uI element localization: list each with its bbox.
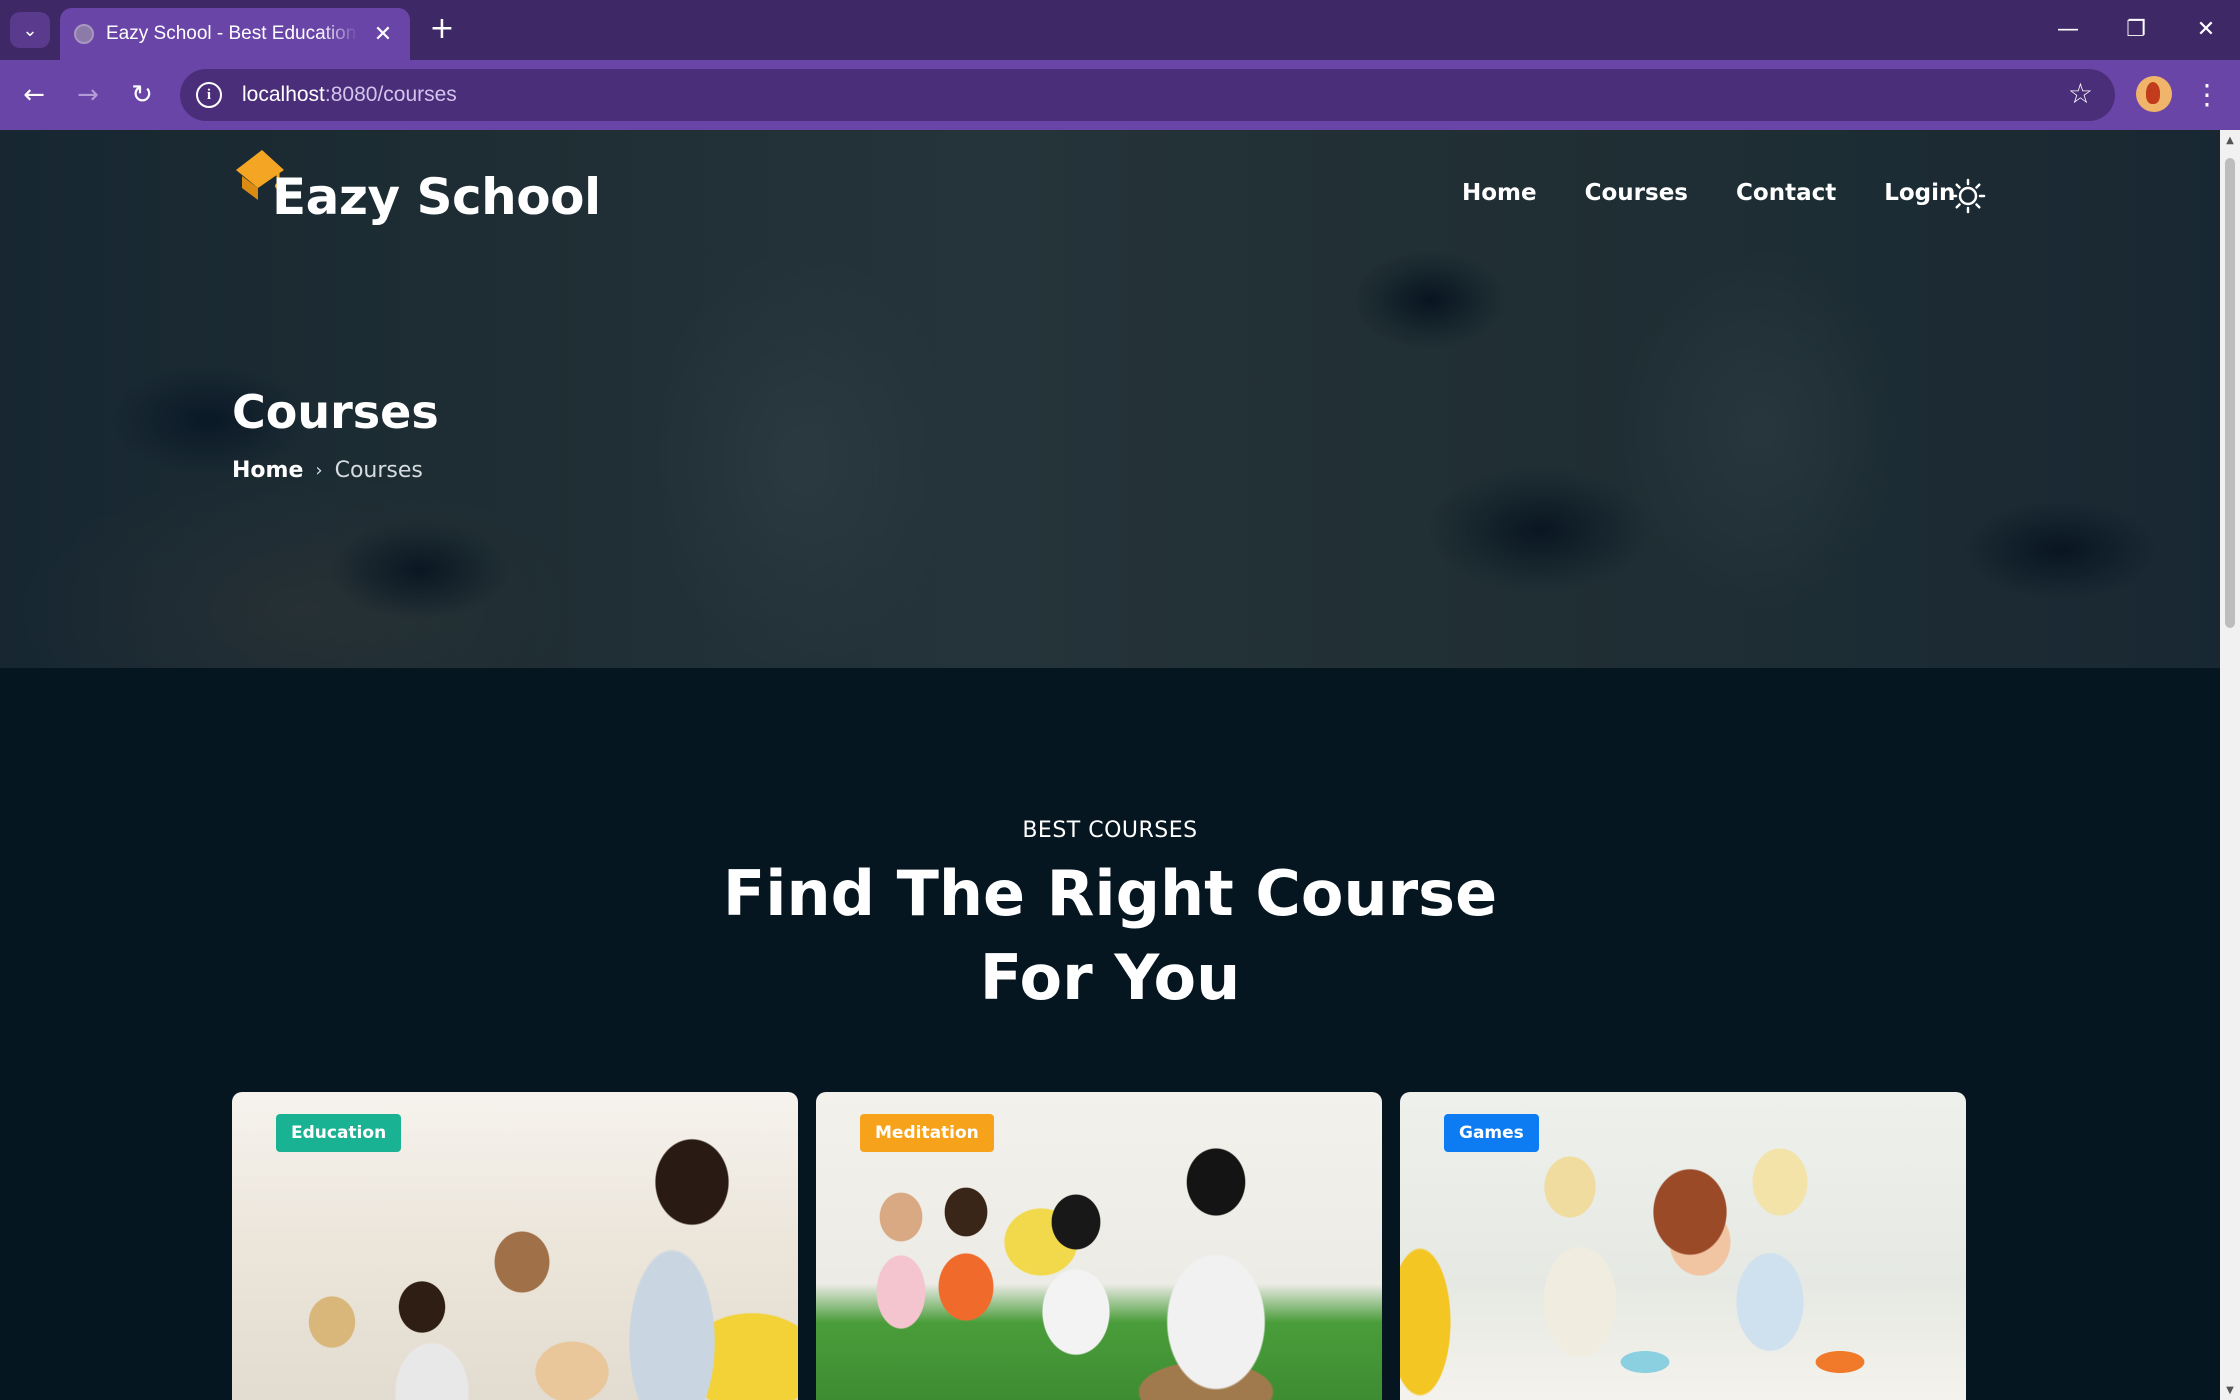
tab-list-button[interactable]: ⌄ bbox=[10, 12, 50, 48]
scroll-up-arrow-icon[interactable]: ▲ bbox=[2224, 136, 2236, 146]
restore-button[interactable]: ❐ bbox=[2116, 10, 2156, 50]
course-card-education[interactable]: Education bbox=[232, 1092, 798, 1400]
chevron-down-icon: ⌄ bbox=[22, 19, 38, 41]
breadcrumb: Home › Courses bbox=[232, 458, 423, 483]
reload-button[interactable]: ↻ bbox=[122, 76, 162, 116]
forward-button[interactable]: → bbox=[68, 76, 108, 116]
bookmark-star-icon[interactable]: ☆ bbox=[2068, 77, 2093, 110]
tab-title: Eazy School - Best Educational Institute bbox=[106, 23, 358, 44]
sun-icon[interactable] bbox=[1950, 178, 1986, 214]
breadcrumb-current: Courses bbox=[334, 458, 423, 483]
favicon-icon bbox=[74, 24, 94, 44]
url-text: localhost:8080/courses bbox=[242, 83, 457, 107]
url-host: localhost bbox=[242, 83, 325, 106]
breadcrumb-home-link[interactable]: Home bbox=[232, 458, 303, 483]
browser-menu-icon[interactable]: ⋮ bbox=[2192, 76, 2222, 116]
browser-toolbar: ← → ↻ i localhost:8080/courses ☆ ⋮ bbox=[0, 60, 2240, 130]
nav-login[interactable]: Login bbox=[1884, 180, 1955, 206]
page-scrollbar[interactable]: ▲ ▼ bbox=[2220, 130, 2240, 1400]
section-eyebrow: BEST COURSES bbox=[1022, 818, 1198, 843]
scroll-thumb[interactable] bbox=[2225, 158, 2235, 628]
new-tab-button[interactable]: + bbox=[424, 12, 460, 48]
section-title-line-2: For You bbox=[979, 941, 1241, 1014]
window-close-button[interactable]: ✕ bbox=[2186, 10, 2226, 50]
main-nav: Home Courses Contact Login bbox=[1462, 180, 1955, 206]
minimize-button[interactable]: — bbox=[2048, 10, 2088, 50]
nav-contact[interactable]: Contact bbox=[1736, 180, 1836, 206]
section-title: Find The Right Course For You bbox=[0, 852, 2220, 1020]
nav-home[interactable]: Home bbox=[1462, 180, 1537, 206]
course-category-badge[interactable]: Games bbox=[1444, 1114, 1539, 1152]
tab-close-icon[interactable]: ✕ bbox=[370, 22, 396, 47]
hero-banner: Eazy School Home Courses Contact Login C… bbox=[0, 130, 2220, 668]
scroll-down-arrow-icon[interactable]: ▼ bbox=[2224, 1386, 2236, 1396]
browser-tab-strip: ⌄ Eazy School - Best Educational Institu… bbox=[0, 0, 2240, 60]
course-category-badge[interactable]: Education bbox=[276, 1114, 402, 1152]
course-card-list: Education Meditation Games bbox=[232, 1092, 1966, 1400]
page-viewport: Eazy School Home Courses Contact Login C… bbox=[0, 130, 2220, 1400]
course-card-games[interactable]: Games bbox=[1400, 1092, 1966, 1400]
browser-tab-active[interactable]: Eazy School - Best Educational Institute… bbox=[60, 8, 410, 60]
profile-avatar[interactable] bbox=[2136, 76, 2172, 112]
page-title: Courses bbox=[232, 385, 439, 439]
chevron-right-icon: › bbox=[315, 460, 323, 481]
course-category-badge[interactable]: Meditation bbox=[860, 1114, 994, 1152]
site-info-icon[interactable]: i bbox=[196, 82, 222, 108]
back-button[interactable]: ← bbox=[14, 76, 54, 116]
nav-courses[interactable]: Courses bbox=[1585, 180, 1688, 206]
section-title-line-1: Find The Right Course bbox=[722, 857, 1498, 930]
address-bar[interactable]: i localhost:8080/courses ☆ bbox=[180, 69, 2115, 121]
site-logo[interactable]: Eazy School bbox=[272, 168, 601, 226]
url-path: :8080/courses bbox=[324, 83, 457, 106]
course-card-meditation[interactable]: Meditation bbox=[816, 1092, 1382, 1400]
